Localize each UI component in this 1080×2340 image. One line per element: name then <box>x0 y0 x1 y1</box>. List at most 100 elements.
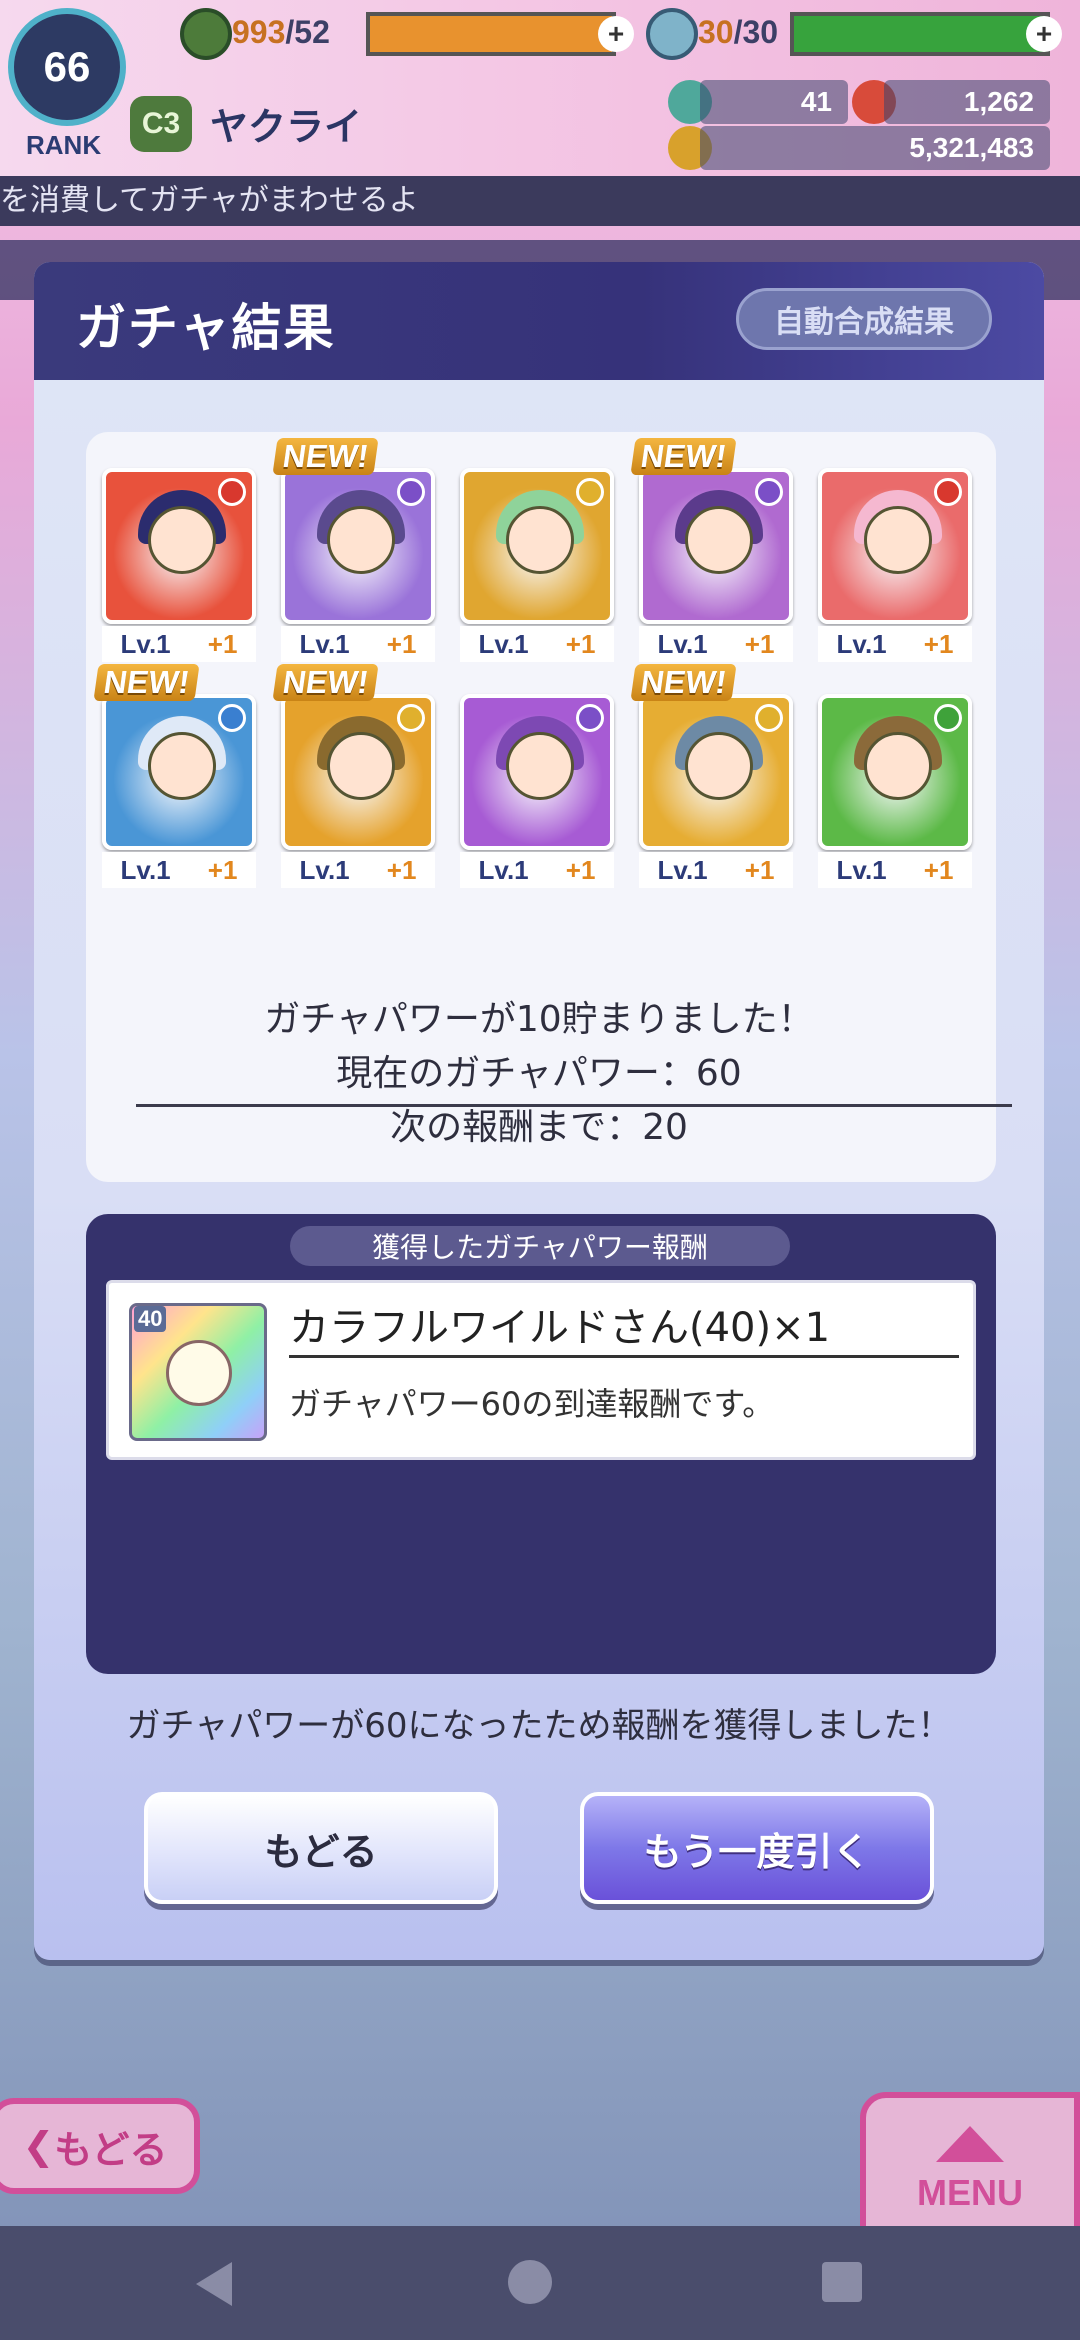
character-face <box>148 732 216 800</box>
card-level-row: Lv.1 +1 <box>102 852 256 888</box>
card-bonus: +1 <box>744 628 775 659</box>
character-card[interactable]: Lv.1 +1 <box>98 468 260 662</box>
character-card[interactable]: Lv.1 +1 NEW! <box>630 438 797 662</box>
menu-button[interactable]: MENU <box>860 2092 1080 2232</box>
character-portrait <box>281 468 435 624</box>
card-bonus: +1 <box>923 628 954 659</box>
attribute-icon <box>576 478 604 506</box>
character-card[interactable]: Lv.1 +1 NEW! <box>93 664 260 888</box>
auto-fusion-result-button[interactable]: 自動合成結果 <box>736 288 992 350</box>
gem-count: 41 <box>700 80 848 124</box>
bottom-back-button[interactable]: ❮ もどる <box>0 2098 200 2194</box>
info-ticker: を消費してガチャがまわせるよ <box>0 176 1080 226</box>
card-level-row: Lv.1 +1 <box>639 852 793 888</box>
reward-icon-level: 40 <box>134 1306 167 1332</box>
card-bonus: +1 <box>565 628 596 659</box>
character-face <box>864 506 932 574</box>
class-badge: C3 <box>130 96 192 152</box>
system-recents-icon[interactable] <box>822 2262 862 2302</box>
card-level-row: Lv.1 +1 <box>460 626 614 662</box>
gacha-result-dialog: ガチャ結果 自動合成結果 Lv.1 +1 Lv.1 +1 NEW! Lv.1 +1 Lv.1 +… <box>34 262 1044 1960</box>
potion-bar <box>790 12 1050 56</box>
attribute-icon <box>576 704 604 732</box>
stamina-max: /52 <box>285 14 330 50</box>
character-card[interactable]: Lv.1 +1 <box>814 694 976 888</box>
character-portrait <box>102 694 256 850</box>
character-face <box>327 506 395 574</box>
character-face <box>685 732 753 800</box>
gacha-power-current: 現在のガチャパワー：60 <box>336 1053 742 1094</box>
card-bonus: +1 <box>207 854 238 885</box>
card-level: Lv.1 <box>299 628 350 659</box>
attribute-icon <box>218 704 246 732</box>
card-bonus: +1 <box>386 628 417 659</box>
potion-plus-button[interactable]: + <box>1026 16 1062 52</box>
potion-count: 30/30 <box>698 14 778 51</box>
gacha-power-next: 次の報酬まで：20 <box>390 1107 688 1148</box>
card-level: Lv.1 <box>120 628 171 659</box>
card-bonus: +1 <box>207 628 238 659</box>
card-level: Lv.1 <box>299 854 350 885</box>
draw-again-button[interactable]: もう一度引く <box>580 1792 934 1904</box>
card-level-row: Lv.1 +1 <box>281 626 435 662</box>
card-level: Lv.1 <box>657 854 708 885</box>
character-portrait <box>818 694 972 850</box>
bottom-back-label: もどる <box>54 2127 168 2172</box>
character-card[interactable]: Lv.1 +1 NEW! <box>630 664 797 888</box>
new-badge: NEW! <box>272 664 379 701</box>
character-card[interactable]: Lv.1 +1 <box>814 468 976 662</box>
dialog-header: ガチャ結果 自動合成結果 <box>34 262 1044 380</box>
stamina-count: 993/52 <box>232 14 330 51</box>
new-badge: NEW! <box>272 438 379 475</box>
character-card[interactable]: Lv.1 +1 <box>456 468 618 662</box>
system-back-icon[interactable] <box>196 2262 232 2306</box>
character-portrait <box>639 694 793 850</box>
character-face <box>148 506 216 574</box>
card-level: Lv.1 <box>836 854 887 885</box>
rank-label: RANK <box>26 130 102 160</box>
stamina-plus-button[interactable]: + <box>598 16 634 52</box>
card-level-row: Lv.1 +1 <box>639 626 793 662</box>
card-bonus: +1 <box>386 854 417 885</box>
back-button[interactable]: もどる <box>144 1792 498 1904</box>
attribute-icon <box>397 478 425 506</box>
attribute-icon <box>934 704 962 732</box>
character-card[interactable]: Lv.1 +1 NEW! <box>272 438 439 662</box>
attribute-icon <box>218 478 246 506</box>
potion-max: /30 <box>733 14 779 50</box>
character-card[interactable]: Lv.1 +1 <box>456 694 618 888</box>
character-portrait <box>639 468 793 624</box>
attribute-icon <box>934 478 962 506</box>
new-badge: NEW! <box>93 664 200 701</box>
card-level: Lv.1 <box>478 854 529 885</box>
rank-value: 66 <box>43 43 91 90</box>
character-face <box>685 506 753 574</box>
card-bonus: +1 <box>565 854 596 885</box>
card-level: Lv.1 <box>478 628 529 659</box>
stamina-current: 993 <box>232 14 286 50</box>
home-icon <box>936 2126 1004 2162</box>
attribute-icon <box>397 704 425 732</box>
reward-name: カラフルワイルドさん(40)×1 <box>289 1295 959 1358</box>
system-home-icon[interactable] <box>508 2260 552 2304</box>
card-level-row: Lv.1 +1 <box>102 626 256 662</box>
system-navigation-bar <box>0 2226 1080 2340</box>
gacha-power-gained: ガチャパワーが10貯まりました！ <box>264 999 814 1040</box>
card-level-row: Lv.1 +1 <box>818 626 972 662</box>
reward-item[interactable]: 40 カラフルワイルドさん(40)×1 ガチャパワー60の到達報酬です。 <box>106 1280 976 1460</box>
character-portrait <box>818 468 972 624</box>
card-level: Lv.1 <box>120 854 171 885</box>
player-name: ヤクライ <box>210 105 363 149</box>
reward-heading: 獲得したガチャパワー報酬 <box>290 1226 790 1266</box>
character-portrait <box>102 468 256 624</box>
card-level: Lv.1 <box>836 628 887 659</box>
potion-icon <box>646 8 698 60</box>
reward-panel: 獲得したガチャパワー報酬 40 カラフルワイルドさん(40)×1 ガチャパワー6… <box>86 1214 996 1674</box>
character-portrait <box>460 468 614 624</box>
attribute-icon <box>755 704 783 732</box>
dialog-title: ガチャ結果 <box>76 299 336 357</box>
reward-obtained-message: ガチャパワーが60になったため報酬を獲得しました！ <box>126 1706 952 1746</box>
character-face <box>327 732 395 800</box>
character-card[interactable]: Lv.1 +1 NEW! <box>272 664 439 888</box>
card-level-row: Lv.1 +1 <box>460 852 614 888</box>
